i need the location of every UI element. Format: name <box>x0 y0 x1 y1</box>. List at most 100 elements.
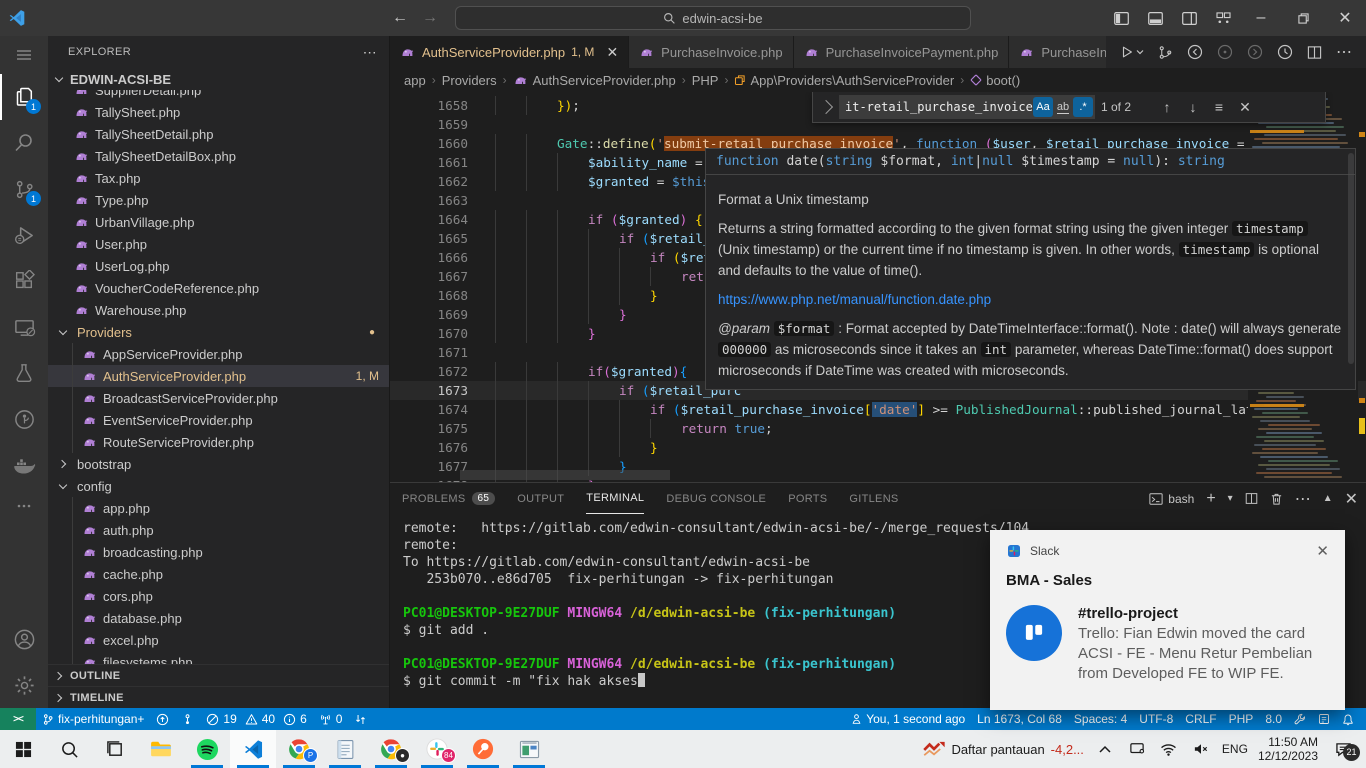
panel-tab-ports[interactable]: PORTS <box>788 483 827 514</box>
tab-purchaseinvoicepayment-php[interactable]: PurchaseInvoicePayment.php <box>794 36 1010 68</box>
command-center-search[interactable]: edwin-acsi-be <box>455 6 971 30</box>
tree-file-cache-php[interactable]: cache.php <box>48 563 389 585</box>
taskbar-search-button[interactable] <box>46 730 92 768</box>
compare-icon[interactable] <box>348 708 373 730</box>
tree-file-user-php[interactable]: User.php <box>48 233 389 255</box>
terminal-dropdown-icon[interactable]: ▾ <box>1228 493 1233 504</box>
stocks-widget[interactable]: Daftar pantauan -4,2... <box>923 741 1083 757</box>
panel-tab-debug-console[interactable]: DEBUG CONSOLE <box>666 483 766 514</box>
vscode-taskbar-button[interactable] <box>230 730 276 768</box>
outline-section[interactable]: OUTLINE <box>48 664 389 686</box>
git-graph-icon[interactable] <box>1158 45 1173 60</box>
publish-changes-icon[interactable] <box>150 708 175 730</box>
gitlens-icon[interactable] <box>175 708 200 730</box>
nav-dot-circle-icon[interactable] <box>1217 44 1233 60</box>
tree-file-broadcastserviceprovider-php[interactable]: BroadcastServiceProvider.php <box>48 387 389 409</box>
editor-more-actions-icon[interactable]: ⋯ <box>1336 42 1352 62</box>
chrome-profile1-button[interactable]: P <box>276 730 322 768</box>
nav-back-button[interactable]: ← <box>392 9 408 27</box>
tree-file-tallysheetdetail-php[interactable]: TallySheetDetail.php <box>48 123 389 145</box>
ports-item[interactable]: 0 <box>313 708 349 730</box>
app-window-button[interactable] <box>506 730 552 768</box>
whole-word-toggle[interactable]: ab <box>1053 97 1073 117</box>
toggle-secondary-sidebar-icon[interactable] <box>1172 0 1206 36</box>
tree-folder-config[interactable]: config <box>48 475 389 497</box>
tab-authserviceprovider-php[interactable]: AuthServiceProvider.php1, M✕ <box>390 36 629 68</box>
testing-icon[interactable] <box>0 350 48 396</box>
problems-item[interactable]: 19 40 6 <box>200 708 312 730</box>
restore-button[interactable] <box>1282 0 1324 36</box>
tree-folder-bootstrap[interactable]: bootstrap <box>48 453 389 475</box>
start-button[interactable] <box>0 730 46 768</box>
run-debug-icon[interactable] <box>0 212 48 258</box>
breadcrumb-item[interactable]: AuthServiceProvider.php <box>513 73 676 88</box>
customize-layout-icon[interactable] <box>1206 0 1240 36</box>
terminal-shell-select[interactable]: bash <box>1149 492 1194 506</box>
tree-file-vouchercodereference-php[interactable]: VoucherCodeReference.php <box>48 277 389 299</box>
wrench-icon[interactable] <box>1288 708 1312 730</box>
nav-forward-circle-icon[interactable] <box>1247 44 1263 60</box>
cursor-position-item[interactable]: Ln 1673, Col 68 <box>971 708 1068 730</box>
toggle-sidebar-icon[interactable] <box>1104 0 1138 36</box>
maximize-panel-icon[interactable]: ▲ <box>1323 493 1333 504</box>
panel-tab-output[interactable]: OUTPUT <box>517 483 564 514</box>
panel-tab-terminal[interactable]: TERMINAL <box>586 483 644 514</box>
tree-file-urbanvillage-php[interactable]: UrbanVillage.php <box>48 211 389 233</box>
task-view-button[interactable] <box>92 730 138 768</box>
tree-file-database-php[interactable]: database.php <box>48 607 389 629</box>
git-branch-item[interactable]: fix-perhitungan+ <box>36 708 150 730</box>
gitlens-blame-item[interactable]: You, 1 second ago <box>845 708 971 730</box>
docker-icon[interactable] <box>0 442 48 488</box>
match-case-toggle[interactable]: Aa <box>1033 97 1053 117</box>
more-views-icon[interactable] <box>0 488 48 524</box>
breadcrumb-item[interactable]: app <box>404 73 426 88</box>
eol-item[interactable]: CRLF <box>1179 708 1222 730</box>
new-terminal-icon[interactable]: + <box>1206 490 1215 508</box>
commit-graph-icon[interactable] <box>0 396 48 442</box>
breadcrumb-item[interactable]: App\Providers\AuthServiceProvider <box>734 73 954 88</box>
tree-file-routeserviceprovider-php[interactable]: RouteServiceProvider.php <box>48 431 389 453</box>
breadcrumb-item[interactable]: boot() <box>970 73 1020 88</box>
find-in-selection-icon[interactable]: ≡ <box>1209 99 1229 115</box>
menu-icon[interactable] <box>0 36 48 74</box>
panel-tab-gitlens[interactable]: GITLENS <box>849 483 898 514</box>
volume-muted-icon[interactable] <box>1190 742 1212 756</box>
encoding-item[interactable]: UTF-8 <box>1133 708 1179 730</box>
nav-back-circle-icon[interactable] <box>1187 44 1203 60</box>
minimize-button[interactable]: – <box>1240 0 1282 36</box>
find-input[interactable]: it-retail_purchase_invoice Aa ab .* <box>839 95 1095 119</box>
timeline-section[interactable]: TIMELINE <box>48 686 389 708</box>
regex-toggle[interactable]: .* <box>1073 97 1093 117</box>
tree-root-folder[interactable]: EDWIN-ACSI-BE <box>48 68 389 90</box>
toggle-panel-icon[interactable] <box>1138 0 1172 36</box>
breadcrumb-item[interactable]: Providers <box>442 73 497 88</box>
tray-device-icon[interactable] <box>1126 742 1148 756</box>
tree-file-supplierdetail-php[interactable]: SupplierDetail.php <box>48 90 389 101</box>
notepad-button[interactable] <box>322 730 368 768</box>
toast-close-icon[interactable]: ✕ <box>1316 542 1329 560</box>
wifi-icon[interactable] <box>1158 743 1180 756</box>
feedback-grid-icon[interactable] <box>1312 708 1336 730</box>
close-tab-icon[interactable]: ✕ <box>606 44 618 61</box>
tray-expand-icon[interactable] <box>1094 745 1116 753</box>
tree-file-broadcasting-php[interactable]: broadcasting.php <box>48 541 389 563</box>
hover-scrollbar[interactable] <box>1348 153 1354 364</box>
tree-file-userlog-php[interactable]: UserLog.php <box>48 255 389 277</box>
bell-icon[interactable] <box>1336 708 1360 730</box>
tree-folder-providers[interactable]: Providers● <box>48 321 389 343</box>
find-next-icon[interactable]: ↓ <box>1183 99 1203 115</box>
slack-notification-toast[interactable]: Slack ✕ BMA - Sales #trello-project Trel… <box>990 530 1345 710</box>
hover-doc-link[interactable]: https://www.php.net/manual/function.date… <box>718 289 1343 310</box>
nav-forward-button[interactable]: → <box>422 9 438 27</box>
tree-file-tax-php[interactable]: Tax.php <box>48 167 389 189</box>
file-explorer-button[interactable] <box>138 730 184 768</box>
timeline-clock-icon[interactable] <box>1277 44 1293 60</box>
horizontal-scrollbar[interactable] <box>460 470 670 480</box>
tree-file-type-php[interactable]: Type.php <box>48 189 389 211</box>
find-close-icon[interactable]: ✕ <box>1235 99 1255 116</box>
tab-purchaseinvoice-php[interactable]: PurchaseInvoice.php <box>629 36 793 68</box>
explorer-more-actions-icon[interactable]: ⋯ <box>363 44 377 61</box>
language-mode-item[interactable]: PHP <box>1223 708 1260 730</box>
search-icon[interactable] <box>0 120 48 166</box>
clock[interactable]: 11:50 AM 12/12/2023 <box>1258 735 1318 763</box>
